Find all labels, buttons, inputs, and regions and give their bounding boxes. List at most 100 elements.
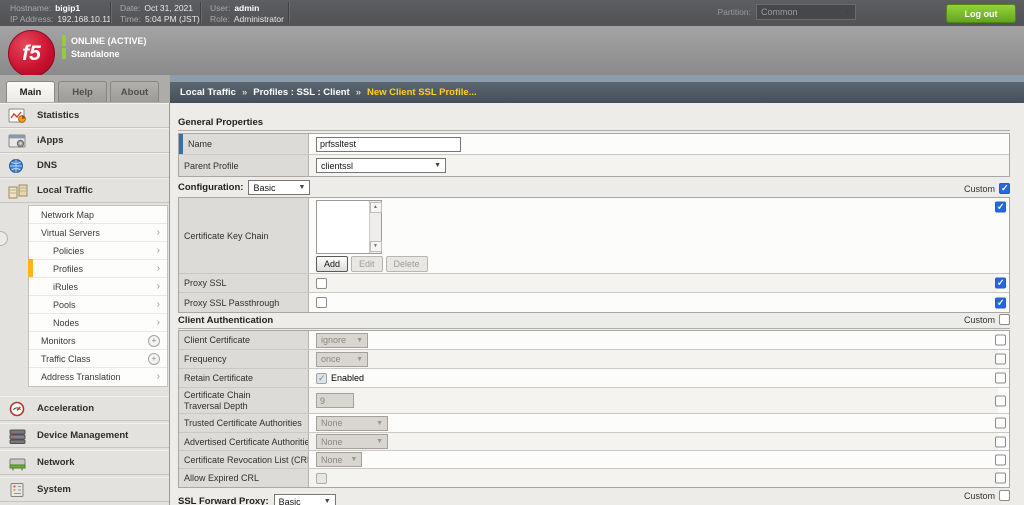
tab-main[interactable]: Main <box>6 81 55 102</box>
configuration-label: Configuration: <box>178 182 243 193</box>
expand-plus-icon[interactable]: + <box>148 335 160 347</box>
proxy-ssl-custom-checkbox[interactable] <box>995 278 1006 289</box>
client-certificate-label: Client Certificate <box>179 331 309 349</box>
chevron-down-icon: ▼ <box>356 337 363 344</box>
sidebar-item-device-management[interactable]: Device Management <box>0 423 169 448</box>
crl-label: Certificate Revocation List (CRL) <box>179 451 309 468</box>
frequency-custom-checkbox[interactable] <box>995 354 1006 365</box>
submenu-item-profiles[interactable]: Profiles› <box>29 260 167 278</box>
scroll-up-icon[interactable]: ▲ <box>370 202 382 213</box>
partition-select[interactable]: Common▼ <box>756 4 856 20</box>
proxy-ssl-passthrough-custom-checkbox[interactable] <box>995 297 1006 308</box>
breadcrumb-local-traffic[interactable]: Local Traffic <box>180 87 236 98</box>
submenu-item-address-translation[interactable]: Address Translation› <box>29 368 167 386</box>
crl-custom-checkbox[interactable] <box>995 454 1006 465</box>
chevron-down-icon: ▼ <box>351 456 358 463</box>
allow-expired-crl-custom-checkbox[interactable] <box>995 473 1006 484</box>
submenu-item-virtual-servers[interactable]: Virtual Servers› <box>29 224 167 242</box>
retain-certificate-custom-checkbox[interactable] <box>995 373 1006 384</box>
certificate-key-chain-label: Certificate Key Chain <box>179 198 309 273</box>
client-authentication-table: Client Certificate ignore▼ Frequency onc… <box>178 330 1010 488</box>
sidebar-item-system[interactable]: System <box>0 477 169 502</box>
sidebar-item-acceleration[interactable]: Acceleration <box>0 396 169 421</box>
dns-icon <box>8 158 28 174</box>
retain-certificate-label: Retain Certificate <box>179 369 309 387</box>
submenu-item-monitors[interactable]: Monitors+ <box>29 332 167 350</box>
chevron-down-icon: ▼ <box>434 162 441 169</box>
add-button[interactable]: Add <box>316 256 348 272</box>
logout-button[interactable]: Log out <box>946 4 1016 23</box>
submenu-item-irules[interactable]: iRules› <box>29 278 167 296</box>
submenu-item-nodes[interactable]: Nodes› <box>29 314 167 332</box>
certificate-key-chain-listbox[interactable]: ▲ ▼ <box>316 200 382 254</box>
bigip-screen: Hostname:bigip1 IP Address:192.168.10.11… <box>0 0 1024 505</box>
sidebar-item-label: Device Management <box>37 430 128 441</box>
chevron-right-icon: › <box>157 319 160 327</box>
listbox-scrollbar[interactable]: ▲ ▼ <box>369 201 381 253</box>
submenu-item-network-map[interactable]: Network Map <box>29 206 167 224</box>
f5-logo[interactable]: f5 <box>8 30 55 77</box>
chevron-right-icon: › <box>157 373 160 381</box>
traversal-depth-label: Certificate Chain Traversal Depth <box>179 388 309 413</box>
sidebar-item-label: iApps <box>37 135 63 146</box>
certificate-key-chain-custom-checkbox[interactable] <box>995 202 1006 213</box>
tab-help[interactable]: Help <box>58 81 107 102</box>
sidebar-item-dns[interactable]: DNS <box>0 153 169 178</box>
system-icon <box>8 482 28 498</box>
chevron-right-icon: › <box>157 229 160 237</box>
sidebar-item-statistics[interactable]: Statistics <box>0 103 169 128</box>
sidebar-item-network[interactable]: Network <box>0 450 169 475</box>
proxy-ssl-passthrough-checkbox[interactable] <box>316 297 327 308</box>
custom-label: Custom <box>964 184 995 194</box>
parent-profile-select[interactable]: clientssl▼ <box>316 158 446 173</box>
name-input[interactable] <box>316 137 461 152</box>
chevron-down-icon: ▼ <box>844 9 851 16</box>
breadcrumb-profiles-ssl-client[interactable]: Profiles : SSL : Client <box>253 87 349 98</box>
advertised-ca-custom-checkbox[interactable] <box>995 436 1006 447</box>
traversal-depth-custom-checkbox[interactable] <box>995 395 1006 406</box>
custom-label: Custom <box>964 315 995 325</box>
table-row-traversal-depth: Certificate Chain Traversal Depth <box>179 388 1009 414</box>
advertised-ca-label: Advertised Certificate Authorities <box>179 433 309 450</box>
proxy-ssl-label: Proxy SSL <box>179 274 309 292</box>
status-online: ONLINE (ACTIVE) <box>62 35 147 46</box>
sidebar-item-iapps[interactable]: iApps <box>0 128 169 153</box>
submenu-item-policies[interactable]: Policies› <box>29 242 167 260</box>
client-auth-custom-checkbox[interactable] <box>999 314 1010 325</box>
top-info-bar: Hostname:bigip1 IP Address:192.168.10.11… <box>0 0 1024 26</box>
host-info-group: Hostname:bigip1 IP Address:192.168.10.11 <box>10 3 111 24</box>
trusted-ca-custom-checkbox[interactable] <box>995 418 1006 429</box>
client-auth-custom: Custom <box>964 314 1010 325</box>
configuration-custom: Custom <box>964 183 1010 194</box>
configuration-mode-select[interactable]: Basic▼ <box>248 180 310 195</box>
sidebar-item-local-traffic[interactable]: Local Traffic <box>0 178 169 203</box>
topbar-divider <box>110 2 112 23</box>
client-certificate-custom-checkbox[interactable] <box>995 335 1006 346</box>
ssl-forward-proxy-mode-select[interactable]: Basic▼ <box>274 494 336 505</box>
breadcrumb-separator: » <box>242 87 247 98</box>
breadcrumb-separator: » <box>356 87 361 98</box>
sidebar-collapse-handle[interactable] <box>0 231 8 246</box>
topbar-divider <box>288 2 290 23</box>
status-mode: Standalone <box>62 48 120 59</box>
submenu-item-traffic-class[interactable]: Traffic Class+ <box>29 350 167 368</box>
sidebar-item-label: DNS <box>37 160 57 171</box>
main-content: General Properties Name Parent Profile c… <box>170 103 1024 505</box>
name-label: Name <box>179 134 309 154</box>
ssl-forward-proxy-custom-checkbox[interactable] <box>999 490 1010 501</box>
enabled-label: Enabled <box>331 373 364 383</box>
ssl-forward-proxy-header: SSL Forward Proxy: Basic▼ <box>178 494 336 505</box>
edit-button[interactable]: Edit <box>351 256 383 272</box>
proxy-ssl-checkbox[interactable] <box>316 278 327 289</box>
expand-plus-icon[interactable]: + <box>148 353 160 365</box>
frequency-select: once▼ <box>316 352 368 367</box>
submenu-item-pools[interactable]: Pools› <box>29 296 167 314</box>
breadcrumb: Local Traffic » Profiles : SSL : Client … <box>170 82 1024 103</box>
tab-about[interactable]: About <box>110 81 159 102</box>
hostname-value: bigip1 <box>55 3 80 13</box>
scroll-down-icon[interactable]: ▼ <box>370 241 382 252</box>
statistics-icon <box>8 108 28 124</box>
delete-button[interactable]: Delete <box>386 256 428 272</box>
configuration-custom-checkbox[interactable] <box>999 183 1010 194</box>
sidebar-item-label: Network <box>37 457 74 468</box>
